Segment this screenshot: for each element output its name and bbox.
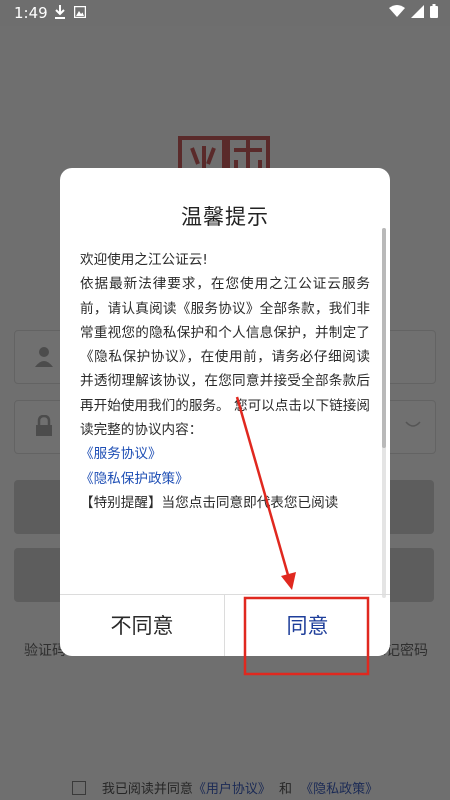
dialog-scroll-thumb[interactable] [382, 228, 386, 448]
eye-toggle-icon[interactable] [405, 421, 421, 429]
dialog-paragraph: 依据最新法律要求，在您使用之江公证云服务前，请认真阅读《服务协议》全部条款，我们… [80, 276, 370, 439]
dialog-notice: 【特别提醒】当您点击同意即代表您已阅读 [80, 494, 339, 511]
privacy-policy-link-dialog[interactable]: 《隐私保护政策》 [80, 467, 370, 491]
agreement-and: 和 [279, 782, 293, 797]
agreement-row: 我已阅读并同意《用户协议》 和 《隐私政策》 [0, 778, 450, 797]
status-time: 1:49 [14, 4, 48, 22]
download-icon [55, 5, 65, 19]
agree-button[interactable]: 同意 [225, 595, 390, 656]
dialog-greeting: 欢迎使用之江公证云! [80, 252, 208, 268]
dialog-scrollbar[interactable] [382, 228, 386, 598]
dialog-title: 温馨提示 [181, 205, 269, 229]
service-agreement-link[interactable]: 《服务协议》 [80, 442, 370, 466]
battery-icon [430, 4, 438, 18]
photo-icon [74, 6, 86, 18]
agreement-checkbox[interactable] [71, 781, 86, 795]
privacy-policy-link[interactable]: 《隐私政策》 [300, 782, 378, 797]
disagree-button[interactable]: 不同意 [60, 595, 224, 656]
dialog-footer: 不同意 同意 [60, 594, 390, 656]
lock-icon [36, 415, 52, 436]
privacy-dialog: 温馨提示 欢迎使用之江公证云! 依据最新法律要求，在您使用之江公证云服务前，请认… [60, 168, 390, 656]
agreement-prefix: 我已阅读并同意 [101, 782, 193, 797]
user-icon [35, 347, 53, 367]
signal-icon [411, 4, 424, 18]
status-bar: 1:49 [0, 0, 450, 26]
wifi-icon [389, 5, 405, 17]
user-agreement-link[interactable]: 《用户协议》 [193, 782, 271, 797]
dialog-body[interactable]: 欢迎使用之江公证云! 依据最新法律要求，在您使用之江公证云服务前，请认真阅读《服… [80, 248, 370, 594]
